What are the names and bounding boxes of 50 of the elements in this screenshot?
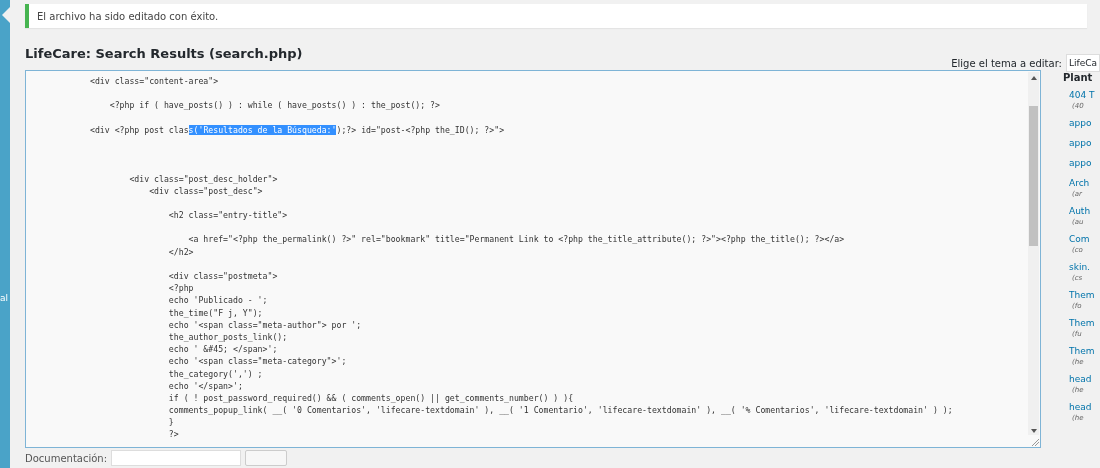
code-line: <div <?php post class('Resultados de la Búsqueda:');?> id="post-<?php the_ID(); ?>"> (90, 123, 506, 136)
template-link[interactable]: appo (1069, 137, 1092, 150)
notice-text: El archivo ha sido editado con éxito. (37, 10, 219, 22)
code-line: <div class="postmeta"> (167, 270, 279, 283)
code-line: comments_popup_link( __( '0 Comentarios', 'lifecare-textdomain' ), __( '1 Comentario', 'lifecare-textdomain' ), __( '% Comentarios', 'lifecare-textdomain' ) ); (167, 404, 954, 417)
code-line: echo '</span>'; (167, 379, 244, 392)
code-line: ?> (167, 428, 180, 441)
template-link[interactable]: Auth (1069, 205, 1091, 218)
template-link[interactable]: Them (1069, 317, 1095, 330)
template-link[interactable]: head (1069, 401, 1092, 414)
template-link[interactable]: skin. (1069, 261, 1090, 274)
code-line: <h2 class="entry-title"> (167, 209, 289, 222)
template-link[interactable]: head (1069, 373, 1092, 386)
template-link[interactable]: Them (1069, 289, 1095, 302)
templates-heading: Plant (1063, 72, 1094, 83)
scroll-down-icon[interactable] (1030, 429, 1037, 433)
code-line: <?php (167, 282, 195, 295)
lookup-button[interactable] (245, 450, 288, 466)
documentation-label: Documentación: (25, 452, 108, 464)
code-line: </h2> (167, 245, 195, 258)
code-line: the_time("F j, Y"); (167, 306, 264, 319)
template-link[interactable]: Them (1069, 345, 1095, 358)
scrollbar-thumb[interactable] (1029, 106, 1038, 246)
code-line: if ( ! post_password_required() && ( comments_open() || get_comments_number() ) ){ (167, 391, 575, 405)
file-title: LifeCare: Search Results (search.php) (25, 46, 303, 63)
scroll-up-icon[interactable] (1030, 76, 1037, 80)
template-link[interactable]: appo (1069, 117, 1092, 130)
code-line: the_category(',') ; (167, 367, 264, 380)
template-link[interactable]: Com (1069, 233, 1090, 246)
code-line: <div class="content-area"> (90, 75, 220, 88)
template-link[interactable]: 404 T (1069, 89, 1095, 102)
menu-label: al (0, 293, 8, 303)
documentation-field[interactable] (111, 450, 242, 466)
code-line: <div class="post_desc_holder"> (128, 172, 279, 185)
code-line: <a href="<?php the_permalink() ?>" rel="bookmark" title="Permanent Link to <?php the_title_attribute(); ?>"><?php the_title(); ?></a> (187, 233, 846, 246)
code-line: } (167, 416, 175, 429)
resize-grip-icon[interactable] (1031, 438, 1039, 446)
current-menu-arrow-icon (2, 7, 10, 23)
code-line: echo ' &#45; </span>'; (167, 343, 279, 356)
scrollbar[interactable] (1028, 72, 1039, 435)
code-line: <div class="post_desc"> (148, 184, 264, 197)
theme-picker-label: Elige el tema a editar: (951, 57, 1062, 69)
code-line: <?php if ( have_posts() ) : while ( have_posts() ) : the_post(); ?> (108, 99, 441, 112)
code-line: echo '<span class="meta-category">'; (167, 355, 348, 368)
template-link[interactable]: Arch (1069, 177, 1090, 190)
template-link[interactable]: appo (1069, 157, 1092, 170)
theme-select[interactable]: LifeCa (1065, 54, 1100, 72)
code-line: the_author_posts_link(); (167, 330, 289, 344)
code-line: echo 'Publicado - '; (167, 294, 269, 307)
code-line: echo '<span class="meta-author"> por '; (167, 318, 363, 331)
